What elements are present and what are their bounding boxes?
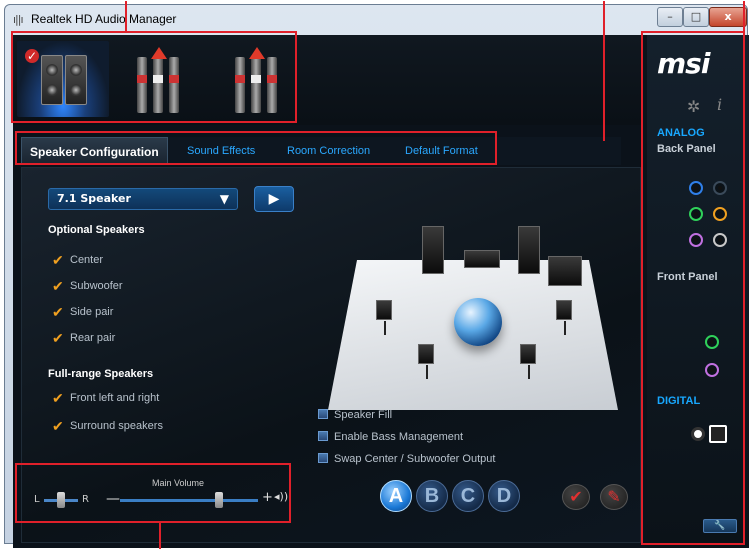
checkbox-box — [318, 431, 328, 441]
play-test-button[interactable]: ▶ — [254, 186, 294, 212]
profile-c-button[interactable]: C — [452, 480, 484, 512]
checkmark-icon: ✔ — [52, 390, 64, 406]
annotation-line — [125, 1, 127, 31]
window-title: Realtek HD Audio Manager — [31, 12, 177, 26]
swap-center-subwoofer-checkbox[interactable]: Swap Center / Subwoofer Output — [318, 452, 495, 466]
optional-speakers-heading: Optional Speakers — [48, 224, 145, 236]
audio-app-icon: ı||ı — [13, 13, 23, 26]
side-pair-label: Side pair — [70, 306, 114, 318]
title-bar: ı||ı Realtek HD Audio Manager – □ x — [5, 5, 747, 33]
side-right-speaker[interactable] — [556, 300, 572, 335]
checkmark-icon: ✔ — [52, 418, 64, 434]
annotation-box-devices — [11, 31, 297, 123]
checkbox-box — [318, 409, 328, 419]
side-left-speaker[interactable] — [376, 300, 392, 335]
profile-b-button[interactable]: B — [416, 480, 448, 512]
annotation-box-side-panel — [641, 31, 745, 545]
checkbox-box — [318, 453, 328, 463]
app-window: ı||ı Realtek HD Audio Manager – □ x ✓ Sp… — [4, 1, 749, 549]
subwoofer-checkbox[interactable]: ✔ Subwoofer — [52, 278, 123, 294]
front-right-speaker[interactable] — [518, 226, 540, 274]
center-speaker[interactable] — [464, 250, 500, 268]
center-checkbox[interactable]: ✔ Center — [52, 252, 103, 268]
rear-left-speaker[interactable] — [418, 344, 434, 379]
center-label: Center — [70, 254, 104, 266]
swap-center-subwoofer-label: Swap Center / Subwoofer Output — [334, 453, 496, 465]
annotation-line — [159, 523, 161, 549]
rear-pair-checkbox[interactable]: ✔ Rear pair — [52, 330, 115, 346]
speaker-config-dropdown[interactable]: 7.1 Speaker ▼ — [48, 188, 238, 210]
annotation-box-volume — [15, 463, 291, 523]
speaker-fill-checkbox[interactable]: Speaker Fill — [318, 408, 392, 422]
speaker-layout-stage — [322, 208, 622, 428]
rear-right-speaker[interactable] — [520, 344, 536, 379]
checkmark-icon: ✔ — [52, 252, 64, 268]
maximize-button[interactable]: □ — [683, 7, 709, 27]
side-pair-checkbox[interactable]: ✔ Side pair — [52, 304, 113, 320]
surround-speakers-checkbox[interactable]: ✔ Surround speakers — [52, 418, 163, 434]
edit-check-icon[interactable]: ✎ — [600, 484, 628, 510]
close-button[interactable]: x — [709, 7, 747, 27]
annotation-box-tabs — [15, 131, 497, 165]
annotation-line — [743, 1, 745, 33]
front-left-speaker[interactable] — [422, 226, 444, 274]
checkmark-icon: ✔ — [52, 278, 64, 294]
checkmark-icon: ✔ — [52, 330, 64, 346]
subwoofer-label: Subwoofer — [70, 280, 123, 292]
profile-a-button[interactable]: A — [380, 480, 412, 512]
full-range-speakers-heading: Full-range Speakers — [48, 368, 154, 380]
speaker-fill-label: Speaker Fill — [334, 409, 393, 421]
bass-management-label: Enable Bass Management — [334, 431, 464, 443]
minimize-button[interactable]: – — [657, 7, 683, 27]
listener-position — [454, 298, 502, 346]
enable-bass-management-checkbox[interactable]: Enable Bass Management — [318, 430, 463, 444]
subwoofer-speaker[interactable] — [548, 256, 582, 286]
front-left-right-label: Front left and right — [70, 392, 160, 404]
checkmark-icon: ✔ — [52, 304, 64, 320]
front-left-right-checkbox[interactable]: ✔ Front left and right — [52, 390, 159, 406]
speaker-config-value: 7.1 Speaker — [57, 192, 131, 205]
rear-pair-label: Rear pair — [70, 332, 116, 344]
profile-d-button[interactable]: D — [488, 480, 520, 512]
annotation-line — [603, 1, 605, 141]
surround-speakers-label: Surround speakers — [70, 420, 163, 432]
dropdown-arrow-icon: ▼ — [219, 192, 229, 206]
play-icon: ▶ — [268, 191, 280, 207]
apply-check-icon[interactable]: ✔ — [562, 484, 590, 510]
